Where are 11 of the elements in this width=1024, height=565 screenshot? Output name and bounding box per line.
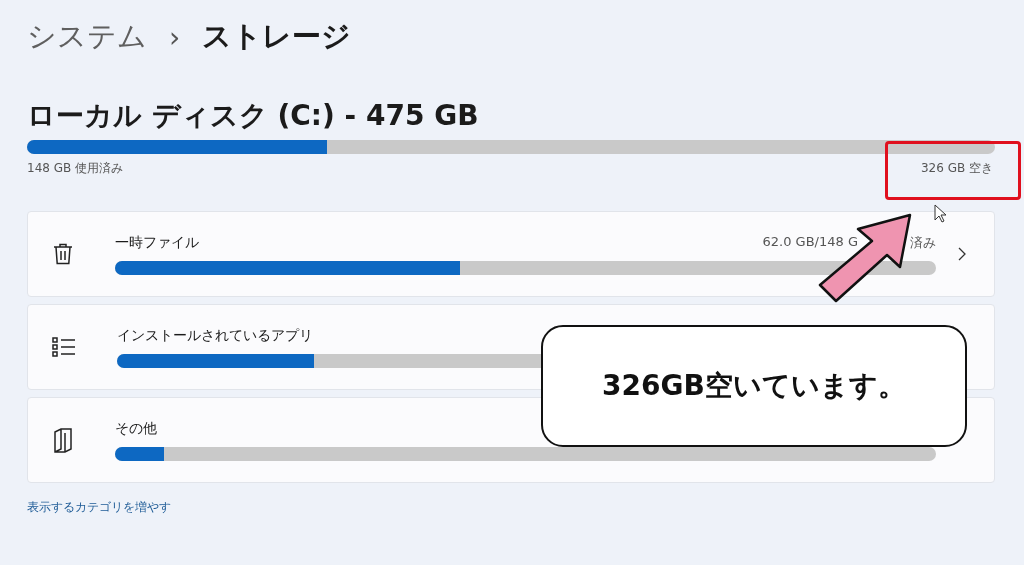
drive-title: ローカル ディスク (C:) - 475 GB <box>27 98 480 134</box>
used-space-label: 148 GB 使用済み <box>27 160 124 177</box>
breadcrumb-separator: › <box>169 20 181 54</box>
page-title: ストレージ <box>202 18 352 55</box>
category-name: 一時ファイル <box>115 233 199 252</box>
category-name: その他 <box>115 419 157 438</box>
free-space-label: 326 GB 空き <box>920 160 993 177</box>
callout-tooltip: 326GB空いています。 <box>541 325 967 447</box>
category-usage: 62.0 GB/148 G <box>762 233 858 251</box>
category-usage: 済み <box>910 233 936 252</box>
category-name: インストールされているアプリ <box>117 326 313 345</box>
